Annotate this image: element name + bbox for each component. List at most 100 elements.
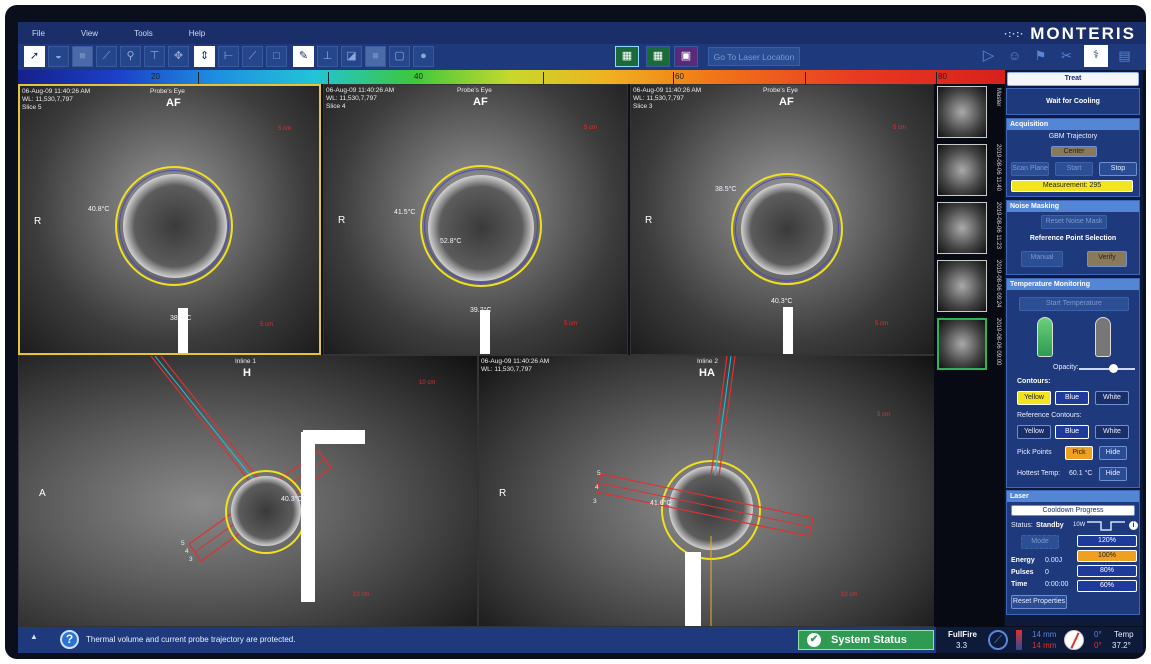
reference-point-selection-label: Reference Point Selection <box>1029 235 1117 242</box>
mode-button[interactable]: Mode <box>1021 535 1059 549</box>
hide-hottest-button[interactable]: Hide <box>1099 467 1127 481</box>
fullfire-value: 3.3 <box>956 641 968 650</box>
viewport-inline1[interactable]: Inline 1 H A 40.3°C 5 4 3 10 cm 10 cm <box>18 355 478 627</box>
ref-contour-white-button[interactable]: White <box>1095 425 1129 439</box>
thumbnail-series[interactable] <box>937 144 987 196</box>
probe-shadow <box>301 432 315 602</box>
start-temperature-button[interactable]: Start Temperature <box>1019 297 1129 311</box>
fullfire-label: FullFire <box>948 630 977 639</box>
thermal-contour-blue <box>424 169 538 283</box>
temperature-readout: 40.3°C <box>771 298 793 305</box>
noise-masking-header: Noise Masking <box>1007 201 1139 212</box>
contour-tool-icon[interactable]: ▢ <box>389 46 410 67</box>
power-100-button[interactable]: 100% <box>1077 550 1137 562</box>
dot-tool-icon[interactable]: ● <box>413 46 434 67</box>
menu-file[interactable]: File <box>32 29 45 38</box>
box-tool-icon[interactable]: □ <box>266 46 287 67</box>
power-80-button[interactable]: 80% <box>1077 565 1137 577</box>
split-tool-icon[interactable]: ⊥ <box>317 46 338 67</box>
slice-marker: 4 <box>595 484 599 491</box>
probe-tool-icon[interactable]: ⚲ <box>120 46 141 67</box>
thumbnail-series[interactable] <box>937 260 987 312</box>
depth-indicator <box>1016 630 1022 650</box>
pencil-tool-icon[interactable]: ✎ <box>293 46 314 67</box>
menu-help[interactable]: Help <box>189 29 205 38</box>
bucket-tool-icon[interactable]: ◒ <box>48 46 69 67</box>
temperature-readout: 40.3°C <box>281 496 303 503</box>
slice-number: Slice 5 <box>22 104 42 111</box>
thumbnail-series[interactable] <box>937 202 987 254</box>
angle-tool-icon[interactable]: ◪ <box>341 46 362 67</box>
reset-properties-button[interactable]: Reset Properties <box>1011 595 1067 609</box>
laser-status-value: Standby <box>1036 522 1064 529</box>
pick-button[interactable]: Pick <box>1065 446 1093 460</box>
contour-yellow-button[interactable]: Yellow <box>1017 391 1051 405</box>
center-button[interactable]: Center <box>1051 146 1097 157</box>
contour-white-button[interactable]: White <box>1095 391 1129 405</box>
wand-tool-icon[interactable]: ⟋ <box>96 46 117 67</box>
report-icon[interactable]: ▤ <box>1114 46 1135 67</box>
pointer-tool-icon[interactable]: ➚ <box>24 46 45 67</box>
power-60-button[interactable]: 60% <box>1077 580 1137 592</box>
line-tool-icon[interactable]: ⟋ <box>242 46 263 67</box>
hide-points-button[interactable]: Hide <box>1099 446 1127 460</box>
tools-icon[interactable]: ✂ <box>1056 46 1077 67</box>
menu-bar: File View Tools Help ·:·:· MONTERIS <box>18 22 1146 44</box>
reference-contours-label: Reference Contours: <box>1017 412 1082 419</box>
viewport-probes-eye-slice5[interactable]: 06-Aug-09 11:40:26 AM WL: 11,530,7,797 S… <box>18 84 321 355</box>
pick-points-label: Pick Points <box>1017 449 1052 456</box>
thumbnail-master[interactable] <box>937 86 987 138</box>
treat-tab[interactable]: Treat <box>1007 72 1139 86</box>
orientation-label: AF <box>779 96 794 108</box>
acquisition-header: Acquisition <box>1007 119 1139 130</box>
layout-grid-green-icon[interactable]: ▦ <box>615 46 639 67</box>
opacity-slider-handle[interactable] <box>1109 364 1119 373</box>
scale-label: 5 cm <box>877 412 891 418</box>
play-icon[interactable]: ▷ <box>978 46 999 67</box>
power-120-button[interactable]: 120% <box>1077 535 1137 547</box>
thumbnail-series-active[interactable] <box>937 318 987 370</box>
layout-grid-alt-icon[interactable]: ▦ <box>646 46 670 67</box>
ref-contour-blue-button[interactable]: Blue <box>1055 425 1089 439</box>
measurement-readout: Measurement: 295 <box>1011 180 1133 192</box>
brand-name: MONTERIS <box>1030 24 1136 43</box>
viewport-inline2[interactable]: 06-Aug-09 11:40:26 AM WL: 11,530,7,797 I… <box>478 355 936 627</box>
help-icon[interactable]: ? <box>60 630 79 649</box>
opacity-slider[interactable] <box>1079 368 1135 370</box>
depth-tool-icon[interactable]: ⇕ <box>194 46 215 67</box>
scale-label: 10 cm <box>841 592 858 598</box>
window-level: WL: 11,530,7,797 <box>633 95 684 102</box>
viewport-probes-eye-slice3[interactable]: 06-Aug-09 11:40:26 AM WL: 11,530,7,797 S… <box>630 84 936 355</box>
temperature-colorbar: 20 40 60 80 <box>18 70 1005 84</box>
drill-tool-icon[interactable]: ⊤ <box>144 46 165 67</box>
menu-view[interactable]: View <box>81 29 98 38</box>
go-to-laser-button[interactable]: Go To Laser Location <box>708 47 800 66</box>
ref-contour-yellow-button[interactable]: Yellow <box>1017 425 1051 439</box>
expand-up-icon[interactable]: ▲ <box>30 632 38 641</box>
head-icon[interactable]: ☺ <box>1004 46 1025 67</box>
move-tool-icon[interactable]: ✥ <box>168 46 189 67</box>
ruler-tool-icon[interactable]: ⊢ <box>218 46 239 67</box>
start-button[interactable]: Start <box>1055 162 1093 176</box>
menu-tools[interactable]: Tools <box>134 29 153 38</box>
manual-button[interactable]: Manual <box>1021 251 1063 267</box>
treat-mode-icon[interactable]: ⚕ <box>1084 45 1108 67</box>
cylinder-icon <box>1095 317 1111 357</box>
reset-noise-mask-button[interactable]: Reset Noise Mask <box>1041 215 1107 229</box>
rotation-value: 0° <box>1094 630 1102 639</box>
slice-marker: 3 <box>189 556 193 563</box>
viewport-probes-eye-slice4[interactable]: 06-Aug-09 11:40:26 AM WL: 11,530,7,797 S… <box>323 84 628 355</box>
stop-button[interactable]: Stop <box>1099 162 1137 176</box>
verify-button[interactable]: Verify <box>1087 251 1127 267</box>
fill-tool-icon[interactable]: ■ <box>365 46 386 67</box>
system-status-button[interactable]: ✔ System Status <box>798 630 934 650</box>
scan-plane-button[interactable]: Scan Plane <box>1011 162 1049 176</box>
probe-direction-icon[interactable]: ⟋ <box>988 630 1008 650</box>
status-bar: ▲ ? Thermal volume and current probe tra… <box>18 627 936 653</box>
contour-blue-button[interactable]: Blue <box>1055 391 1089 405</box>
series-thumbnails: Master 2019-08-06 11:40 2019-08-06 11:23… <box>934 84 1004 627</box>
info-icon[interactable]: i <box>1129 521 1138 530</box>
layout-grid-purple-icon[interactable]: ▣ <box>674 46 698 67</box>
planning-icon[interactable]: ⚑ <box>1030 46 1051 67</box>
square-tool-icon[interactable]: ■ <box>72 46 93 67</box>
